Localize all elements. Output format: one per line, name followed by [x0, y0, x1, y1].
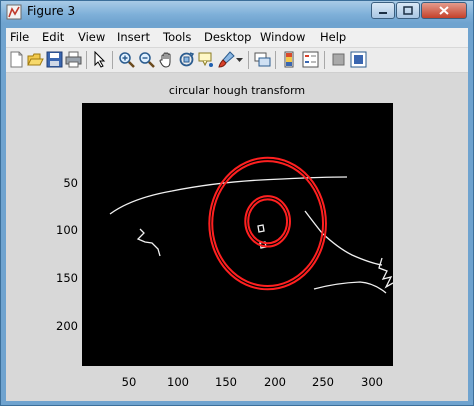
menu-edit[interactable]: Edit: [42, 30, 64, 44]
save-icon[interactable]: [46, 51, 63, 68]
hide-plot-tools-icon[interactable]: [330, 51, 347, 68]
matlab-figure-icon: [6, 4, 22, 20]
zoom-in-icon[interactable]: [118, 51, 135, 68]
close-icon: [439, 6, 449, 15]
print-icon[interactable]: [65, 51, 82, 68]
x-tick-label: 100: [167, 375, 189, 389]
rotate-3d-icon[interactable]: [178, 51, 195, 68]
figure-client-area: File Edit View Insert Tools Desktop Wind…: [6, 28, 468, 401]
plot-title: circular hough transform: [168, 84, 306, 97]
x-tick-label: 300: [361, 375, 383, 389]
x-tick-label: 50: [121, 375, 137, 389]
zoom-out-icon[interactable]: [138, 51, 155, 68]
brush-dropdown-icon[interactable]: [235, 51, 244, 68]
menu-desktop[interactable]: Desktop: [204, 30, 251, 44]
menu-insert[interactable]: Insert: [117, 30, 150, 44]
minimize-button[interactable]: [371, 2, 395, 19]
menu-bar: File Edit View Insert Tools Desktop Wind…: [6, 28, 468, 48]
pan-hand-icon[interactable]: [158, 51, 175, 68]
toolbar-separator: [275, 51, 276, 69]
maximize-icon: [403, 6, 413, 15]
minimize-icon: [379, 12, 387, 14]
x-tick-label: 250: [312, 375, 334, 389]
menu-help[interactable]: Help: [320, 30, 346, 44]
data-cursor-icon[interactable]: [198, 51, 215, 68]
window-title: Figure 3: [27, 4, 76, 18]
maximize-button[interactable]: [396, 2, 420, 19]
link-plot-icon[interactable]: [254, 51, 271, 68]
brush-icon[interactable]: [218, 51, 235, 68]
toolbar-separator: [112, 51, 113, 69]
open-file-icon[interactable]: [27, 51, 44, 68]
menu-window[interactable]: Window: [260, 30, 305, 44]
new-figure-icon[interactable]: [8, 51, 25, 68]
toolbar-separator: [248, 51, 249, 69]
menu-view[interactable]: View: [78, 30, 105, 44]
y-tick-label: 100: [56, 223, 78, 237]
figure-window: Figure 3 File Edit View Insert Tools Des…: [0, 0, 474, 406]
axes-image[interactable]: [82, 103, 393, 366]
toolbar-separator: [86, 51, 87, 69]
show-plot-tools-icon[interactable]: [350, 51, 367, 68]
insert-colorbar-icon[interactable]: [282, 51, 299, 68]
close-button[interactable]: [421, 2, 467, 19]
figure-toolbar: [6, 48, 468, 73]
x-tick-label: 150: [215, 375, 237, 389]
y-tick-label: 50: [63, 176, 78, 190]
x-tick-label: 200: [264, 375, 286, 389]
insert-legend-icon[interactable]: [302, 51, 319, 68]
edit-plot-arrow-icon[interactable]: [91, 51, 108, 68]
menu-tools[interactable]: Tools: [163, 30, 191, 44]
y-tick-label: 200: [56, 319, 78, 333]
image-background: [82, 103, 393, 366]
toolbar-separator: [324, 51, 325, 69]
menu-file[interactable]: File: [10, 30, 29, 44]
y-tick-label: 150: [56, 271, 78, 285]
title-bar[interactable]: Figure 3: [1, 1, 473, 23]
